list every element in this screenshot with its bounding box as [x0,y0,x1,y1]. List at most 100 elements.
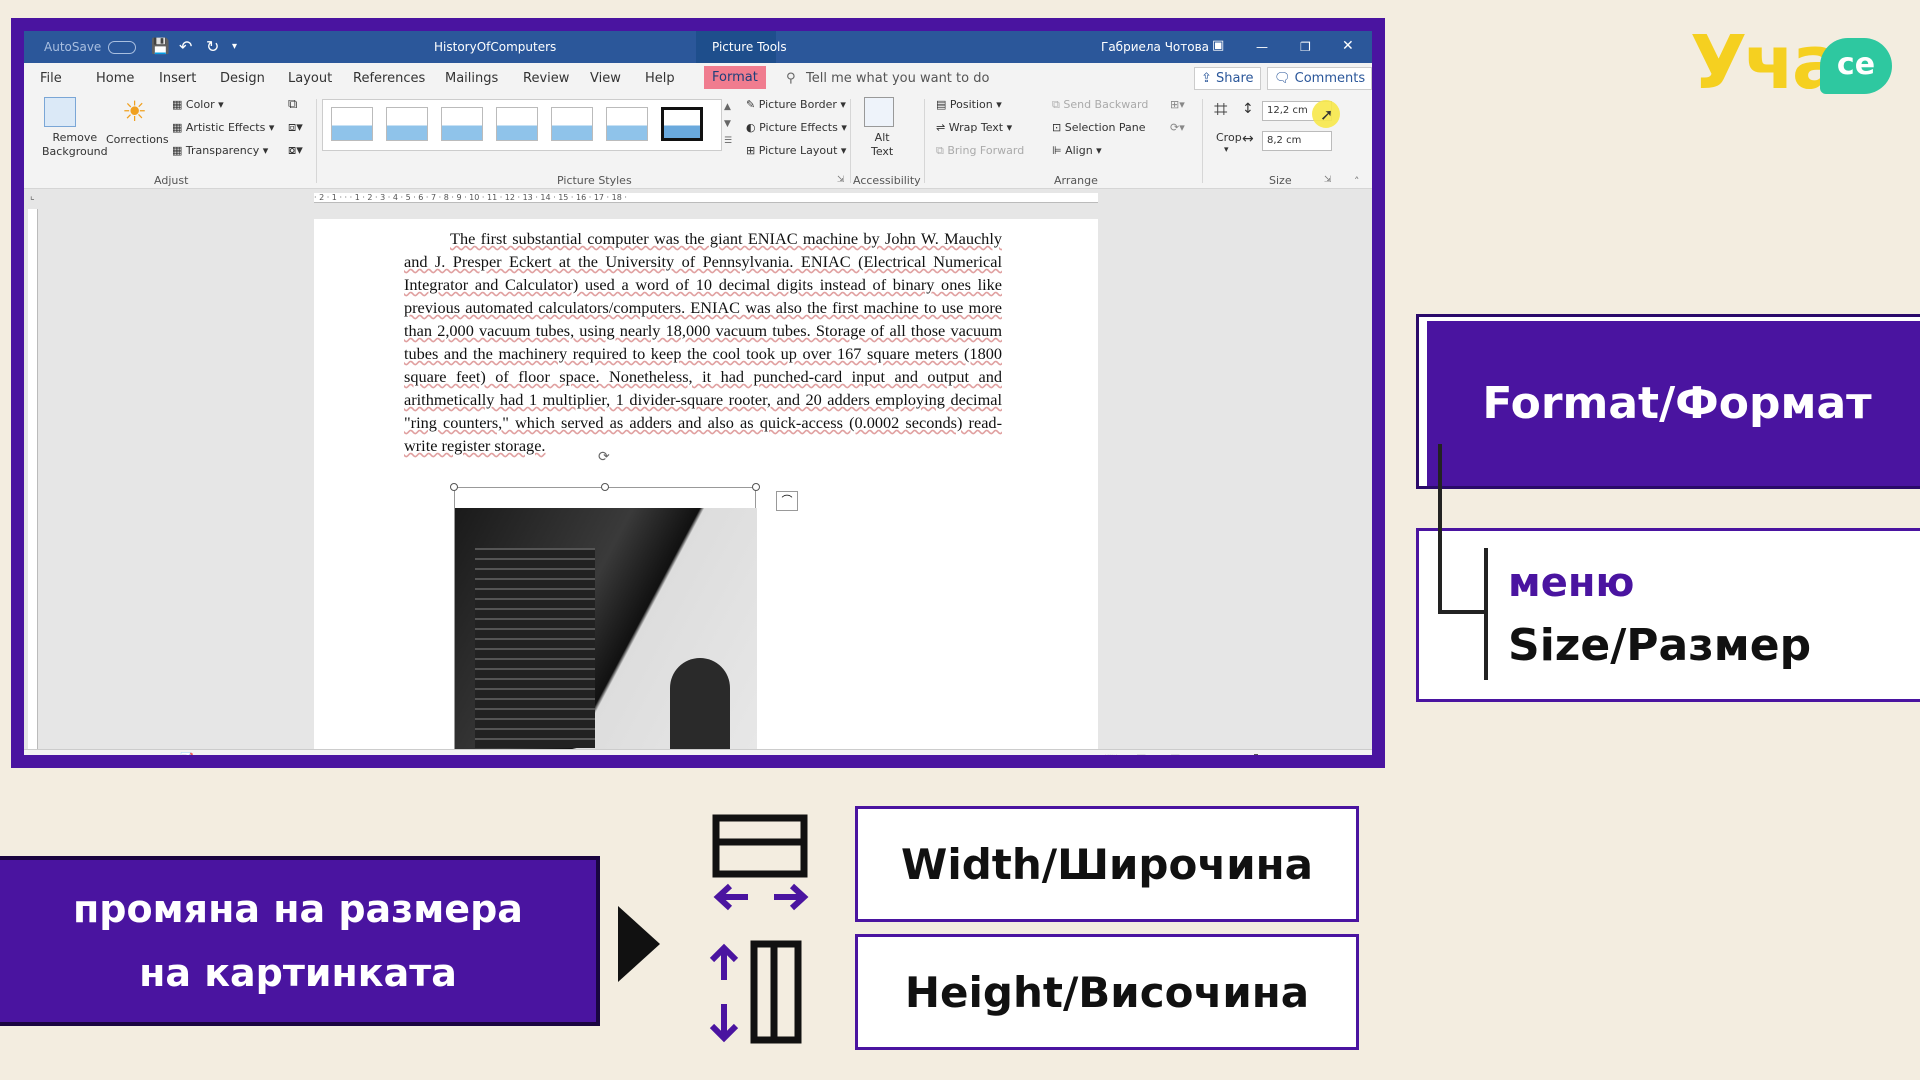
zoom-thumb[interactable] [1254,754,1258,755]
word-count[interactable]: 292 words [108,753,165,755]
crop-icon[interactable]: ⌗ [1214,95,1228,123]
picture-style-6[interactable] [606,107,648,141]
tab-format[interactable]: Format [704,66,766,89]
transparency-label: Transparency [185,144,260,157]
tab-design[interactable]: Design [220,71,265,86]
alt-text-icon[interactable] [864,97,894,127]
minimize-icon[interactable]: — [1256,40,1268,54]
picture-border-button[interactable]: ✎ Picture Border ▾ [746,98,846,111]
picture-style-2[interactable] [386,107,428,141]
close-icon[interactable]: ✕ [1342,38,1354,54]
rotate-icon[interactable]: ⟳▾ [1170,121,1185,134]
wrap-label: Wrap Text [948,121,1004,134]
tab-layout[interactable]: Layout [288,71,332,86]
separator [316,99,317,183]
document-paragraph[interactable]: The first substantial computer was the g… [404,227,1002,457]
selected-picture[interactable] [454,487,757,755]
corrections-icon[interactable]: ☀ [122,95,147,128]
logo-badge: се [1820,38,1892,94]
remove-background-icon[interactable] [44,97,76,127]
size-dialog-launcher-icon[interactable]: ⇲ [1324,175,1332,185]
group-arrange-label: Arrange [1054,174,1098,187]
resize-handle[interactable] [450,483,458,491]
title-bar: AutoSave 💾 ↶ ↻ ▾ HistoryOfComputers Pict… [24,31,1372,63]
language[interactable]: Bulgarian [208,753,261,755]
tab-mailings[interactable]: Mailings [445,71,498,86]
tab-references[interactable]: References [353,71,425,86]
height-icon: ↕ [1242,101,1254,117]
tab-selector-icon[interactable]: ⌞ [30,191,35,202]
autosave-label[interactable]: AutoSave [44,40,101,54]
restore-icon[interactable]: ❐ [1300,40,1311,54]
crop-dropdown-icon[interactable]: ▾ [1224,145,1229,155]
tab-view[interactable]: View [590,71,621,86]
picture-style-3[interactable] [441,107,483,141]
redo-icon[interactable]: ↻ [206,37,219,56]
corrections-button[interactable]: Corrections [106,133,169,146]
collapse-ribbon-icon[interactable]: ˄ [1354,175,1360,188]
picture-effects-button[interactable]: ◐ Picture Effects ▾ [746,121,847,134]
position-button[interactable]: ▤ Position ▾ [936,98,1002,111]
zoom-in-icon[interactable]: + [1316,752,1325,755]
share-button[interactable]: ⇪ Share [1194,67,1261,90]
artistic-effects-button[interactable]: ▦ Artistic Effects ▾ [172,121,274,134]
size-label: Size/Размер [1508,620,1812,671]
picture-style-1[interactable] [331,107,373,141]
wrap-text-button[interactable]: ⇌ Wrap Text ▾ [936,121,1012,134]
picture-style-4[interactable] [496,107,538,141]
position-icon: ▤ [936,98,950,111]
layout-options-icon[interactable]: ⌒ [776,491,798,511]
autosave-toggle[interactable] [108,41,136,54]
align-button[interactable]: ⊫ Align ▾ [1052,144,1102,157]
picture-style-7[interactable] [661,107,703,141]
zoom-level[interactable]: 100% [1334,753,1365,755]
zoom-out-icon[interactable]: − [1200,752,1209,755]
web-layout-icon[interactable]: ▦ [1170,752,1180,755]
comments-button[interactable]: 🗨 Comments [1267,67,1372,90]
bring-forward-button[interactable]: ⧉ Bring Forward [936,144,1024,158]
tab-insert[interactable]: Insert [159,71,196,86]
document-title: HistoryOfComputers [434,40,557,54]
separator [1202,99,1203,183]
group-adjust-label: Adjust [154,174,189,187]
change-picture-icon[interactable]: ⧈▾ [288,120,303,135]
group-objects-icon[interactable]: ⊞▾ [1170,98,1185,111]
width-icon [712,814,809,911]
resize-handle[interactable] [752,483,760,491]
transparency-button[interactable]: ▦ Transparency ▾ [172,144,268,157]
alt-text-button[interactable]: Alt Text [871,131,893,159]
tab-help[interactable]: Help [645,71,675,86]
zoom-slider[interactable] [1210,759,1310,760]
paragraph-text: The first substantial computer was the g… [404,229,1002,455]
tab-home[interactable]: Home [96,71,134,86]
gallery-scroll-icon[interactable]: ▲ ▼ ☰ [724,99,732,150]
dialog-launcher-icon[interactable]: ⇲ [837,175,845,185]
color-button[interactable]: ▦ Color ▾ [172,98,224,111]
picture-style-5[interactable] [551,107,593,141]
send-backward-button[interactable]: ⧉ Send Backward [1052,98,1148,112]
print-layout-icon[interactable]: ▤ [1136,752,1146,755]
compress-pictures-icon[interactable]: ⧉ [288,97,297,112]
crop-button[interactable]: Crop [1216,131,1242,144]
proofing-icon[interactable]: 📝 [180,752,194,755]
tab-review[interactable]: Review [523,71,569,86]
tell-me-input[interactable]: Tell me what you want to do [806,71,989,86]
remove-background-button[interactable]: Remove Background [42,131,108,159]
effects-label: Picture Effects [759,121,838,134]
rotate-handle-icon[interactable]: ⟳ [598,449,610,465]
read-mode-icon[interactable]: 📖 [1104,752,1118,755]
alt-label-1: Alt [874,131,890,144]
selection-pane-button[interactable]: ⊡ Selection Pane [1052,121,1146,134]
undo-icon[interactable]: ↶ [179,37,192,56]
user-name[interactable]: Габриела Чотова [1101,40,1209,54]
ribbon-display-icon[interactable]: ▣ [1212,38,1224,53]
save-icon[interactable]: 💾 [151,37,170,55]
tab-file[interactable]: File [40,71,62,86]
customize-qat-icon[interactable]: ▾ [232,41,237,52]
picture-layout-button[interactable]: ⊞ Picture Layout ▾ [746,144,846,157]
page-count[interactable]: Page 1 of 2 [30,753,92,755]
reset-picture-icon[interactable]: ⧇▾ [288,143,303,158]
resize-handle[interactable] [601,483,609,491]
color-label: Color [185,98,215,111]
width-input[interactable]: 8,2 cm [1262,131,1332,151]
